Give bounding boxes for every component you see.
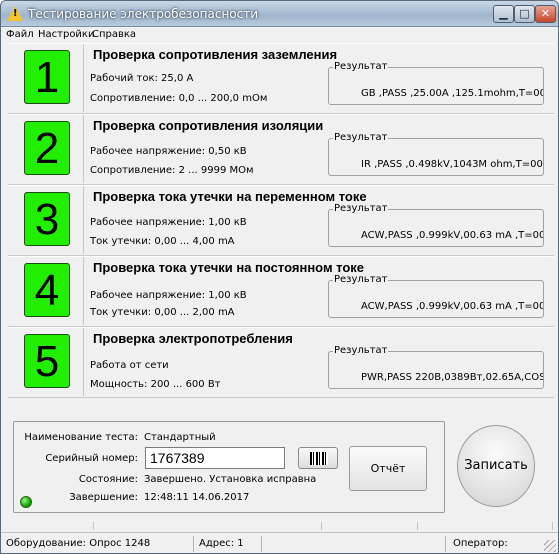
result-group-1: Результат GB ,PASS ,25.00A ,125.1mohm,T=… [328,61,544,105]
test-param-4b: Ток утечки: 0,00 ... 2,00 mA [90,307,235,318]
test-param-2b: Сопротивление: 2 ... 9999 МОм [90,165,254,176]
serial-number-input[interactable] [145,447,285,469]
result-legend: Результат [333,274,389,285]
test-name-value: Стандартный [144,432,216,443]
menu-file[interactable]: Файл [6,29,34,40]
test-number-4[interactable]: 4 [24,263,70,317]
test-param-1b: Сопротивление: 0,0 ... 200,0 mOм [90,93,268,104]
maximize-button[interactable]: □ [514,5,535,23]
finish-label: Завершение: [69,492,138,503]
minimize-button[interactable]: ▁ [493,5,514,23]
result-value-4: ACW,PASS ,0.999kV,00.63 mA ,T=003 [361,301,543,312]
test-title-3: Проверка тока утечки на переменном токе [93,189,367,204]
test-param-2a: Рабочее напряжение: 0,50 кВ [90,146,247,157]
test-info-panel: Наименование теста: Стандартный Серийный… [13,421,445,513]
main-window: Тестирование электробезопасности ▁ □ ✕ Ф… [0,0,559,554]
result-legend: Результат [333,203,389,214]
report-button[interactable]: Отчёт [349,446,427,491]
test-block-5: 5 Проверка электропотребления Работа от … [8,327,554,398]
result-group-5: Результат PWR,PASS 220B,0389Вт,02.65A,CO… [328,345,544,389]
test-param-3a: Рабочее напряжение: 1,00 кВ [90,217,247,228]
test-number-2[interactable]: 2 [24,121,70,175]
test-title-2: Проверка сопротивления изоляции [93,118,324,133]
result-legend: Результат [333,61,389,72]
resize-grip-icon[interactable] [544,540,556,552]
serial-label: Серийный номер: [45,453,138,464]
barcode-button[interactable] [298,447,338,469]
result-value-2: IR ,PASS ,0.498kV,1043M ohm,T=002. [361,159,543,170]
menu-help[interactable]: Справка [92,29,136,40]
test-param-5b: Мощность: 200 ... 600 Вт [90,379,221,390]
test-name-label: Наименование теста: [24,432,138,443]
test-block-2: 2 Проверка сопротивления изоляции Рабоче… [8,114,554,185]
barcode-icon [310,452,328,465]
result-legend: Результат [333,345,389,356]
test-param-1a: Рабочий ток: 25,0 А [90,73,194,84]
status-address: Адрес: 1 [199,538,244,549]
test-param-5a: Работа от сети [90,360,169,371]
warning-icon [7,6,23,21]
test-param-3b: Ток утечки: 0,00 ... 4,00 mA [90,236,235,247]
test-title-4: Проверка тока утечки на постоянном токе [93,260,365,275]
state-label: Состояние: [78,474,138,485]
test-title-5: Проверка электропотребления [93,331,293,346]
status-bar: Оборудование: Опрос 1248 Адрес: 1 Операт… [1,532,558,553]
test-title-1: Проверка сопротивления заземления [93,47,338,62]
test-param-4a: Рабочее напряжение: 1,00 кВ [90,290,247,301]
tests-area: 1 Проверка сопротивления заземления Рабо… [8,43,554,414]
menu-bar: Файл Настройки Справка [1,27,558,43]
finish-value: 12:48:11 14.06.2017 [144,492,250,503]
section-divider [1,519,558,531]
result-group-2: Результат IR ,PASS ,0.498kV,1043M ohm,T=… [328,132,544,176]
test-block-1: 1 Проверка сопротивления заземления Рабо… [8,43,554,114]
state-value: Завершено. Установка исправна [144,474,317,485]
status-equipment: Оборудование: Опрос 1248 [6,538,151,549]
result-legend: Результат [333,132,389,143]
title-bar[interactable]: Тестирование электробезопасности ▁ □ ✕ [1,1,558,27]
result-group-4: Результат ACW,PASS ,0.999kV,00.63 mA ,T=… [328,274,544,318]
result-value-1: GB ,PASS ,25.00A ,125.1mohm,T=002 [361,88,543,99]
record-button[interactable]: Записать [457,425,535,507]
test-number-3[interactable]: 3 [24,192,70,246]
menu-settings[interactable]: Настройки [38,29,94,40]
test-block-3: 3 Проверка тока утечки на переменном ток… [8,185,554,256]
result-value-5: PWR,PASS 220B,0389Вт,02.65A,COS 0 [361,372,543,383]
status-led-icon [20,496,32,508]
test-block-4: 4 Проверка тока утечки на постоянном ток… [8,256,554,327]
close-button[interactable]: ✕ [535,5,556,23]
result-value-3: ACW,PASS ,0.999kV,00.63 mA ,T=003 [361,230,543,241]
test-number-1[interactable]: 1 [24,50,70,104]
status-operator: Оператор: [453,538,508,549]
window-title: Тестирование электробезопасности [28,7,259,21]
test-number-5[interactable]: 5 [24,334,70,388]
result-group-3: Результат ACW,PASS ,0.999kV,00.63 mA ,T=… [328,203,544,247]
